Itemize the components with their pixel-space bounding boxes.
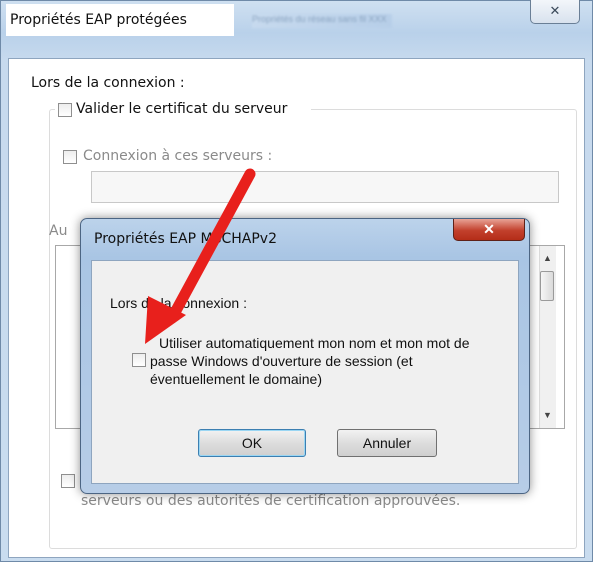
annotation-arrow	[145, 168, 256, 344]
arrow-icon	[145, 168, 256, 344]
arrow-shaft	[166, 168, 256, 324]
